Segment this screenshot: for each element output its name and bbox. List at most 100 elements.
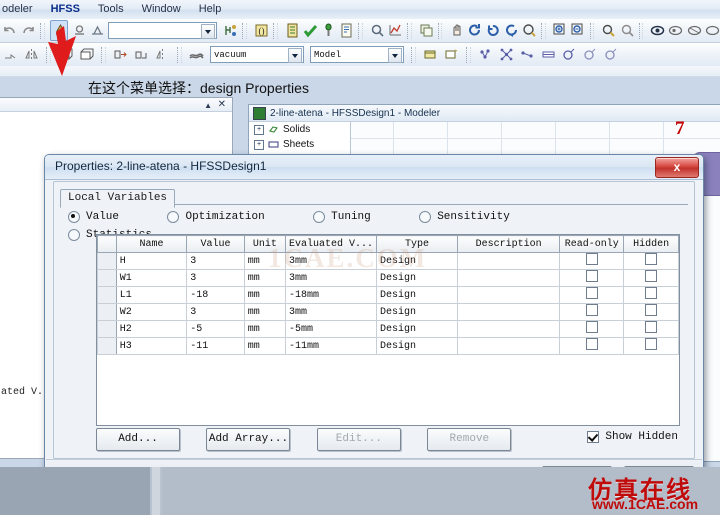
checkbox-hidden[interactable] bbox=[645, 270, 658, 282]
info-icon[interactable]: () bbox=[252, 21, 268, 40]
cell-value[interactable]: -5 bbox=[186, 320, 245, 338]
menu-item-modeler[interactable]: odeler bbox=[0, 0, 42, 19]
checkbox-hidden[interactable] bbox=[645, 304, 658, 316]
col-read-only[interactable]: Read-only bbox=[559, 235, 625, 253]
material-combo[interactable]: vacuum bbox=[210, 46, 304, 63]
col-name[interactable]: Name bbox=[115, 235, 188, 253]
radio-optimization[interactable]: Optimization bbox=[167, 211, 265, 223]
row-selector[interactable] bbox=[97, 303, 117, 321]
dialog-close-button[interactable]: x bbox=[655, 157, 699, 178]
menu-item-tools[interactable]: Tools bbox=[89, 0, 133, 19]
component-combo[interactable] bbox=[108, 22, 218, 39]
mirror-icon[interactable] bbox=[22, 45, 41, 64]
zoom-window-icon[interactable] bbox=[599, 21, 616, 40]
cell-hidden[interactable] bbox=[623, 303, 679, 321]
view-icon[interactable] bbox=[648, 21, 665, 40]
move-icon[interactable] bbox=[111, 45, 130, 64]
chevron-down-icon[interactable] bbox=[288, 48, 302, 63]
col-hidden[interactable]: Hidden bbox=[623, 235, 679, 253]
cell-hidden[interactable] bbox=[623, 337, 679, 355]
cell-name[interactable]: H3 bbox=[115, 337, 188, 355]
tree-item-solids[interactable]: + Solids bbox=[249, 122, 350, 137]
radio-sensitivity[interactable]: Sensitivity bbox=[419, 211, 510, 223]
cell-hidden[interactable] bbox=[623, 252, 679, 270]
menu-item-window[interactable]: Window bbox=[133, 0, 190, 19]
col-unit[interactable]: Unit bbox=[243, 235, 286, 253]
tree-item-sheets[interactable]: + Sheets bbox=[249, 137, 350, 152]
cell-name[interactable]: L1 bbox=[115, 286, 188, 304]
cell-readonly[interactable] bbox=[559, 303, 625, 321]
cell-unit[interactable]: mm bbox=[243, 320, 286, 338]
table-row[interactable]: H2 -5 mm -5mm Design bbox=[97, 320, 679, 338]
node3-icon[interactable] bbox=[518, 45, 537, 64]
surface-icon[interactable] bbox=[187, 45, 206, 64]
cell-description[interactable] bbox=[457, 269, 561, 287]
validation-check-icon[interactable] bbox=[301, 21, 317, 40]
table-row[interactable]: H3 -11 mm -11mm Design bbox=[97, 337, 679, 355]
cell-unit[interactable]: mm bbox=[243, 286, 286, 304]
box-icon[interactable] bbox=[421, 45, 440, 64]
cell-unit[interactable]: mm bbox=[243, 269, 286, 287]
clone-icon[interactable] bbox=[417, 21, 433, 40]
checkbox-readonly[interactable] bbox=[585, 253, 598, 265]
row-selector[interactable] bbox=[97, 269, 117, 287]
checkbox-readonly[interactable] bbox=[585, 270, 598, 282]
checkbox-readonly[interactable] bbox=[585, 321, 598, 333]
rotate-icon[interactable] bbox=[465, 21, 481, 40]
show-hidden-checkbox[interactable]: Show Hidden bbox=[587, 431, 678, 443]
expander-plus-icon[interactable]: + bbox=[254, 124, 264, 135]
cell-readonly[interactable] bbox=[559, 286, 625, 304]
cell-hidden[interactable] bbox=[623, 269, 679, 287]
cell-unit[interactable]: mm bbox=[243, 337, 286, 355]
field3-icon[interactable] bbox=[602, 45, 621, 64]
table-row[interactable]: W1 3 mm 3mm Design bbox=[97, 269, 679, 287]
col-evaluated-value[interactable]: Evaluated V... bbox=[284, 235, 377, 253]
solve-inside-combo[interactable]: Model bbox=[310, 46, 404, 63]
solve-setup-icon[interactable] bbox=[319, 21, 335, 40]
table-row[interactable]: H 3 mm 3mm Design bbox=[97, 252, 679, 270]
expander-plus-icon[interactable]: + bbox=[254, 139, 264, 150]
col-value[interactable]: Value bbox=[186, 235, 245, 253]
spin-icon[interactable] bbox=[502, 21, 518, 40]
cell-unit[interactable]: mm bbox=[243, 303, 286, 321]
tab-local-variables[interactable]: Local Variables bbox=[60, 189, 176, 208]
pin-icon[interactable]: ▲ bbox=[204, 101, 212, 110]
cell-description[interactable] bbox=[457, 252, 561, 270]
checkbox-hidden[interactable] bbox=[645, 253, 658, 265]
dialog-titlebar[interactable]: Properties: 2-line-atena - HFSSDesign1 x bbox=[45, 155, 703, 180]
radio-tuning[interactable]: Tuning bbox=[313, 211, 371, 223]
cell-description[interactable] bbox=[457, 320, 561, 338]
zoom-out-icon[interactable] bbox=[569, 21, 585, 40]
row-selector[interactable] bbox=[97, 337, 117, 355]
menu-item-help[interactable]: Help bbox=[190, 0, 231, 19]
checkbox-readonly[interactable] bbox=[585, 287, 598, 299]
zoom-in-icon[interactable] bbox=[551, 21, 567, 40]
cell-hidden[interactable] bbox=[623, 286, 679, 304]
cell-description[interactable] bbox=[457, 286, 561, 304]
duplicate-icon[interactable] bbox=[132, 45, 151, 64]
col-description[interactable]: Description bbox=[457, 235, 561, 253]
cell-name[interactable]: W1 bbox=[115, 269, 188, 287]
dynamic-rotate-icon[interactable] bbox=[484, 21, 500, 40]
cell-hidden[interactable] bbox=[623, 320, 679, 338]
table-row[interactable]: W2 3 mm 3mm Design bbox=[97, 303, 679, 321]
checkbox-hidden[interactable] bbox=[645, 321, 658, 333]
redo-icon[interactable] bbox=[19, 21, 35, 40]
cell-description[interactable] bbox=[457, 303, 561, 321]
undo-icon[interactable] bbox=[1, 21, 17, 40]
radio-value[interactable]: Value bbox=[68, 211, 119, 223]
cell-readonly[interactable] bbox=[559, 252, 625, 270]
variables-table-wrapper[interactable]: Name Value Unit Evaluated V... Type Desc… bbox=[96, 234, 680, 358]
select-face-icon[interactable] bbox=[70, 21, 86, 40]
cell-name[interactable]: W2 bbox=[115, 303, 188, 321]
cell-value[interactable]: 3 bbox=[186, 269, 245, 287]
report-icon[interactable] bbox=[337, 21, 353, 40]
row-selector[interactable] bbox=[97, 320, 117, 338]
field-icon[interactable] bbox=[560, 45, 579, 64]
chevron-down-icon[interactable] bbox=[388, 48, 402, 63]
close-icon[interactable]: ✕ bbox=[218, 99, 226, 110]
cell-unit[interactable]: mm bbox=[243, 252, 286, 270]
results-icon[interactable] bbox=[368, 21, 384, 40]
cell-value[interactable]: -11 bbox=[186, 337, 245, 355]
menu-item-hfss[interactable]: HFSS bbox=[42, 0, 89, 19]
